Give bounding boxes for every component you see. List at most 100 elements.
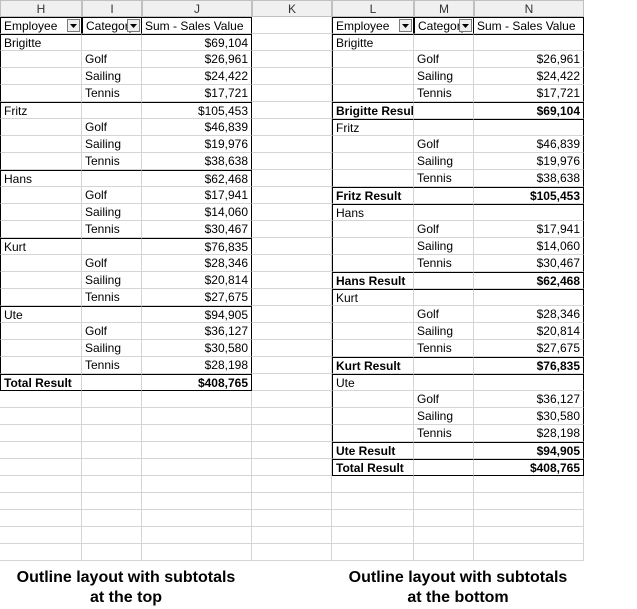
- category-label: Golf: [82, 323, 142, 340]
- category-label: Tennis: [82, 85, 142, 102]
- caption-right-line2: at the bottom: [332, 589, 584, 609]
- pivot-field-category-left[interactable]: Category: [82, 17, 142, 34]
- pivot-field-employee-left[interactable]: Employee: [0, 17, 82, 34]
- value-cell: $17,721: [142, 85, 252, 102]
- value-cell: $14,060: [474, 238, 584, 255]
- value-cell: $36,127: [474, 391, 584, 408]
- dropdown-icon[interactable]: [459, 19, 472, 32]
- col-header-I[interactable]: I: [82, 0, 142, 17]
- category-label: Tennis: [414, 170, 474, 187]
- subtotal-value: $76,835: [474, 357, 584, 374]
- employee-name: Fritz: [332, 119, 414, 136]
- col-header-N[interactable]: N: [474, 0, 584, 17]
- category-label: Sailing: [82, 136, 142, 153]
- value-cell: $36,127: [142, 323, 252, 340]
- value-cell: $24,422: [474, 68, 584, 85]
- dropdown-icon[interactable]: [399, 19, 412, 32]
- category-label: Golf: [414, 136, 474, 153]
- value-cell: $27,675: [142, 289, 252, 306]
- category-label: Sailing: [414, 408, 474, 425]
- value-cell: $38,638: [474, 170, 584, 187]
- employee-name: Kurt: [332, 289, 414, 306]
- value-cell: $19,976: [142, 136, 252, 153]
- total-value-right: $408,765: [474, 459, 584, 476]
- pivot-sum-header-left: Sum - Sales Value: [142, 17, 252, 34]
- category-label: Sailing: [414, 323, 474, 340]
- employee-name: Ute: [0, 306, 82, 323]
- col-header-K[interactable]: K: [252, 0, 332, 17]
- category-label: Tennis: [82, 289, 142, 306]
- subtotal-value: $105,453: [142, 102, 252, 119]
- value-cell: $26,961: [142, 51, 252, 68]
- category-label: Golf: [82, 119, 142, 136]
- value-cell: $46,839: [142, 119, 252, 136]
- category-label: Sailing: [82, 272, 142, 289]
- value-cell: $17,941: [474, 221, 584, 238]
- category-label: Sailing: [82, 204, 142, 221]
- total-label-left: Total Result: [0, 374, 82, 391]
- pivot-sum-header-right: Sum - Sales Value: [474, 17, 584, 34]
- caption-right: Outline layout with subtotals at the bot…: [332, 561, 584, 609]
- total-value-left: $408,765: [142, 374, 252, 391]
- value-cell: $26,961: [474, 51, 584, 68]
- value-cell: $24,422: [142, 68, 252, 85]
- category-label: Tennis: [82, 153, 142, 170]
- employee-name: Brigitte: [332, 34, 414, 51]
- caption-left: Outline layout with subtotals at the top: [0, 561, 252, 609]
- total-label-right: Total Result: [332, 459, 414, 476]
- value-cell: $46,839: [474, 136, 584, 153]
- category-label: Golf: [414, 221, 474, 238]
- category-label: Tennis: [414, 340, 474, 357]
- subtotal-value: $69,104: [474, 102, 584, 119]
- value-cell: $14,060: [142, 204, 252, 221]
- category-label: Sailing: [414, 238, 474, 255]
- value-cell: $20,814: [142, 272, 252, 289]
- col-header-L[interactable]: L: [332, 0, 414, 17]
- value-cell: $28,198: [142, 357, 252, 374]
- pivot-field-employee-right[interactable]: Employee: [332, 17, 414, 34]
- category-label: Golf: [82, 187, 142, 204]
- employee-name: Ute: [332, 374, 414, 391]
- category-label: Sailing: [82, 68, 142, 85]
- spreadsheet-grid: HIJKLMNEmployeeCategorySum - Sales Value…: [0, 0, 637, 561]
- category-label: Tennis: [414, 255, 474, 272]
- category-label: Tennis: [82, 221, 142, 238]
- value-cell: $27,675: [474, 340, 584, 357]
- category-label: Golf: [414, 391, 474, 408]
- value-cell: $28,198: [474, 425, 584, 442]
- subtotal-value: $62,468: [474, 272, 584, 289]
- category-label: Sailing: [414, 153, 474, 170]
- subtotal-label: Brigitte Result: [332, 102, 414, 119]
- value-cell: $20,814: [474, 323, 584, 340]
- value-cell: $38,638: [142, 153, 252, 170]
- col-header-M[interactable]: M: [414, 0, 474, 17]
- value-cell: $30,580: [142, 340, 252, 357]
- col-header-H[interactable]: H: [0, 0, 82, 17]
- col-header-J[interactable]: J: [142, 0, 252, 17]
- subtotal-label: Fritz Result: [332, 187, 414, 204]
- employee-name: Fritz: [0, 102, 82, 119]
- subtotal-value: $76,835: [142, 238, 252, 255]
- value-cell: $28,346: [142, 255, 252, 272]
- category-label: Sailing: [82, 340, 142, 357]
- dropdown-icon[interactable]: [67, 19, 80, 32]
- subtotal-label: Kurt Result: [332, 357, 414, 374]
- dropdown-icon[interactable]: [127, 19, 140, 32]
- employee-name: Brigitte: [0, 34, 82, 51]
- category-label: Golf: [414, 51, 474, 68]
- subtotal-value: $94,905: [474, 442, 584, 459]
- value-cell: $30,467: [474, 255, 584, 272]
- category-label: Tennis: [82, 357, 142, 374]
- subtotal-value: $69,104: [142, 34, 252, 51]
- value-cell: $30,467: [142, 221, 252, 238]
- category-label: Golf: [82, 255, 142, 272]
- subtotal-label: Ute Result: [332, 442, 414, 459]
- employee-name: Kurt: [0, 238, 82, 255]
- value-cell: $30,580: [474, 408, 584, 425]
- category-label: Golf: [414, 306, 474, 323]
- pivot-field-category-right[interactable]: Category: [414, 17, 474, 34]
- caption-right-line1: Outline layout with subtotals: [332, 561, 584, 589]
- value-cell: $17,941: [142, 187, 252, 204]
- value-cell: $17,721: [474, 85, 584, 102]
- category-label: Sailing: [414, 68, 474, 85]
